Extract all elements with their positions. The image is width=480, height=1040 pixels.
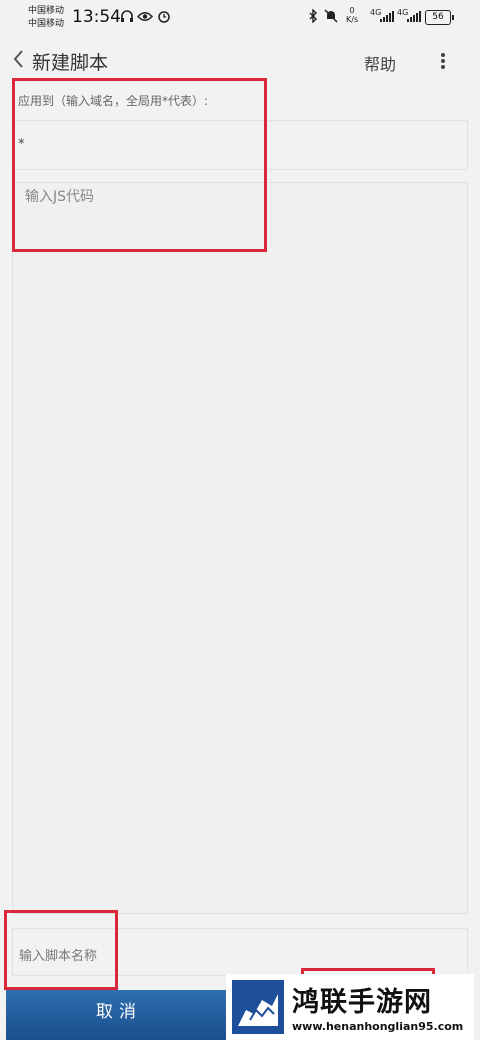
watermark-title: 鸿联手游网: [292, 987, 432, 1018]
mute-bell-icon: [324, 9, 338, 23]
watermark-logo-icon: [232, 980, 284, 1034]
bluetooth-icon: [309, 9, 317, 23]
net-speed-unit: K/s: [346, 15, 359, 24]
page-title: 新建脚本: [32, 52, 109, 74]
status-time: 13:54: [72, 7, 121, 27]
signal-2-bars-icon: [407, 11, 421, 22]
battery-indicator: 56: [425, 10, 454, 25]
more-vertical-icon[interactable]: [440, 52, 446, 70]
watermark-url: www.henanhonglian95.com: [292, 1020, 464, 1033]
watermark: 鸿联手游网 www.henanhonglian95.com: [226, 974, 474, 1040]
carrier-1: 中国移动: [28, 6, 65, 16]
net-speed-value: 0: [349, 6, 355, 15]
back-arrow-icon[interactable]: [10, 46, 28, 72]
annotation-box-name: [4, 910, 118, 990]
status-bar: 中国移动 中国移动 13:54 0 K/s 4G 4G 56: [0, 0, 480, 34]
alarm-icon: [158, 11, 170, 23]
eye-icon: [137, 12, 153, 21]
cancel-button[interactable]: 取消: [6, 990, 232, 1040]
net-speed: 0 K/s: [346, 6, 358, 24]
carrier-2: 中国移动: [28, 19, 65, 29]
annotation-box-form: [12, 78, 267, 252]
headphones-icon: [121, 10, 133, 22]
help-button[interactable]: 帮助: [364, 51, 396, 75]
signal-1-bars-icon: [380, 11, 394, 22]
js-code-textarea[interactable]: 输入JS代码: [12, 182, 468, 914]
